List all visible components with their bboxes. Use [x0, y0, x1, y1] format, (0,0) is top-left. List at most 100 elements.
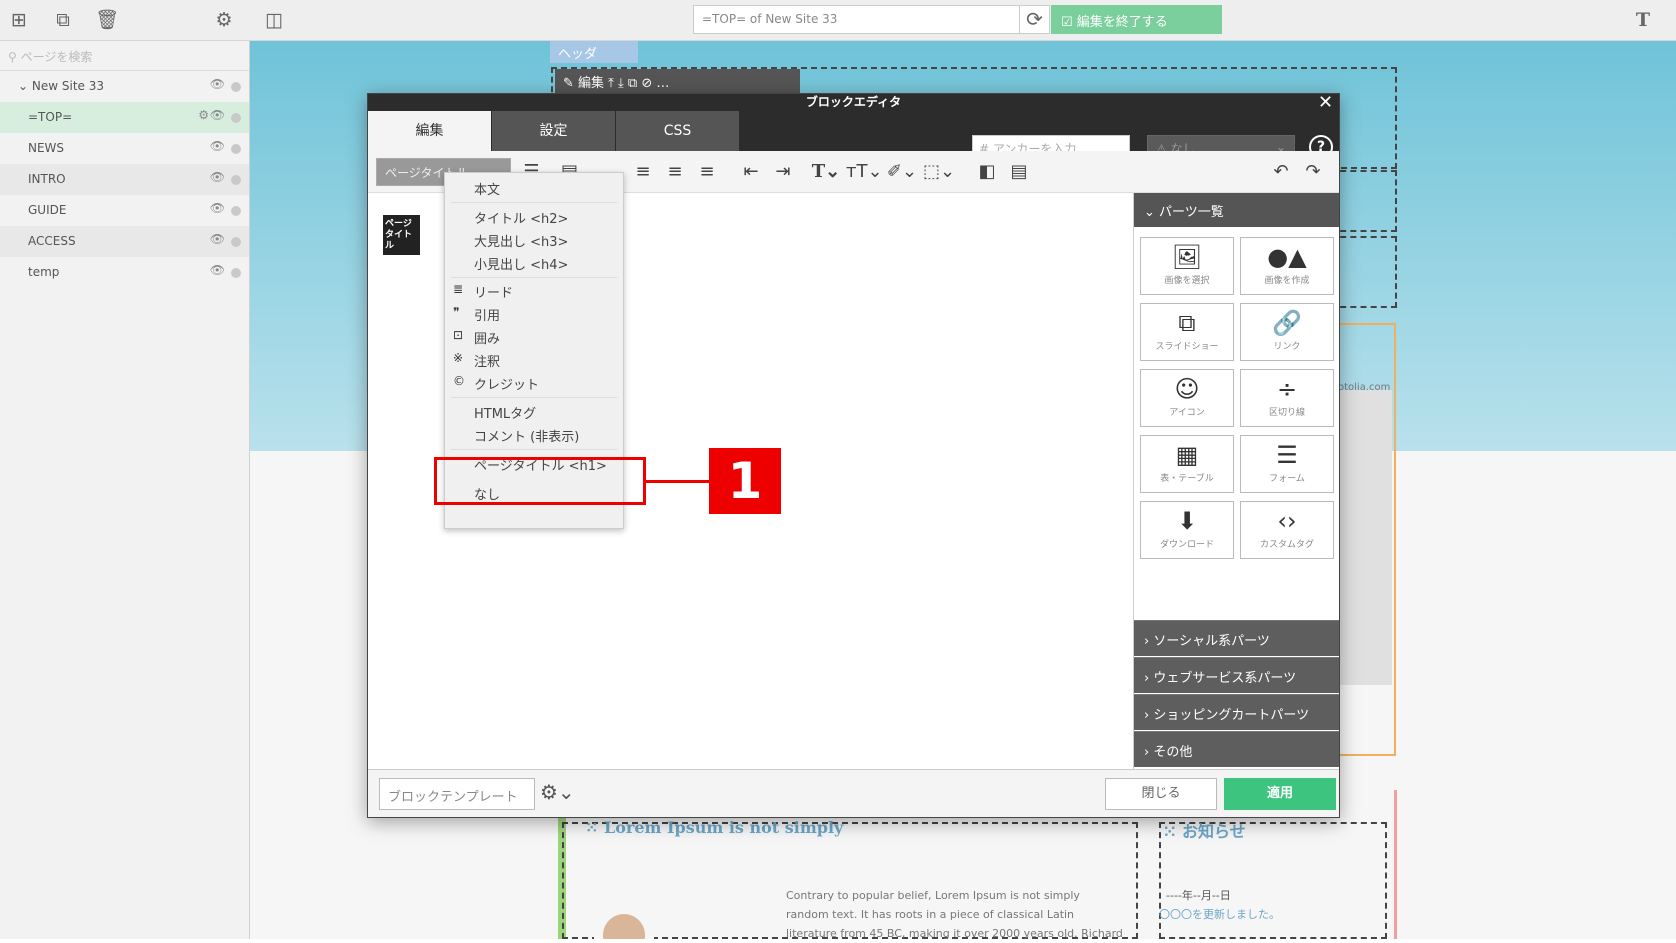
text-style-icon[interactable]: T	[1630, 8, 1656, 32]
note-icon: ※	[453, 351, 464, 365]
undo-icon[interactable]: ↶	[1268, 159, 1294, 185]
outdent-icon[interactable]: ⇤	[738, 159, 764, 185]
part-create-image[interactable]: ●▲ 画像を作成	[1240, 237, 1334, 295]
part-link[interactable]: 🔗 リンク	[1240, 303, 1334, 361]
part-select-image[interactable]: 🖼 画像を選択	[1140, 237, 1234, 295]
part-divider[interactable]: ÷ 区切り線	[1240, 369, 1334, 427]
block-toolbar[interactable]: ✎ 編集 ⤒ ⤓ ⧉ ⊘ …	[555, 69, 800, 93]
part-icon[interactable]: ☺ アイコン	[1140, 369, 1234, 427]
status-dot	[231, 268, 241, 278]
menu-item-lead[interactable]: ≣ リード	[445, 280, 623, 302]
duplicate-page-icon[interactable]: ⧉	[50, 8, 76, 32]
sidebar-item-news[interactable]: NEWS 👁	[0, 133, 249, 164]
search-placeholder: ページを検索	[20, 50, 93, 64]
font-size-icon[interactable]: ᴛT⌄	[846, 159, 883, 185]
table-icon: ▦	[1175, 441, 1199, 469]
block-tool-icons: ⤒ ⤓ ⧉ ⊘ …	[604, 76, 670, 91]
part-form[interactable]: ☰ フォーム	[1240, 435, 1334, 493]
status-dot	[231, 144, 241, 154]
background-image	[1336, 390, 1392, 685]
sidebar-item-label: GUIDE	[28, 203, 67, 217]
eye-icon[interactable]: 👁	[210, 232, 225, 246]
eye-icon[interactable]: 👁	[210, 263, 225, 277]
parts-panel-header[interactable]: ⌄ パーツ一覧	[1134, 193, 1339, 227]
part-slideshow[interactable]: ⧉ スライドショー	[1140, 303, 1234, 361]
tab-css[interactable]: CSS	[616, 111, 739, 151]
sidebar-item-label: INTRO	[28, 172, 66, 186]
menu-item-title-h2[interactable]: タイトル <h2>	[445, 206, 623, 228]
indent-icon[interactable]: ⇥	[770, 159, 796, 185]
align-left-icon[interactable]: ≡	[630, 159, 656, 185]
finish-editing-button[interactable]: ☑ 編集を終了する	[1051, 5, 1222, 34]
lorem-body-line: random text. It has roots in a piece of …	[786, 908, 1075, 921]
part-table[interactable]: ▦ 表・テーブル	[1140, 435, 1234, 493]
gear-icon[interactable]: ⚙	[198, 108, 209, 122]
dialog-title: ブロックエディタ	[368, 94, 1339, 111]
smiley-icon: ☺	[1174, 375, 1200, 403]
tab-edit[interactable]: 編集	[368, 111, 491, 151]
site-root[interactable]: ⌄ New Site 33 👁	[0, 71, 249, 102]
eye-icon[interactable]: 👁	[210, 108, 225, 122]
font-style-icon[interactable]: T⌄	[810, 159, 842, 185]
news-item-link[interactable]: 〇〇〇を更新しました。	[1159, 905, 1280, 924]
image-icon: 🖼	[1171, 243, 1203, 271]
close-icon[interactable]: ✕	[1318, 92, 1333, 113]
header-block-tag[interactable]: ヘッダ	[550, 41, 638, 63]
box-style-icon[interactable]: ⬚⌄	[923, 159, 955, 185]
align-center-icon[interactable]: ≡	[662, 159, 688, 185]
menu-item-credit[interactable]: © クレジット	[445, 372, 623, 394]
sidebar-item-label: NEWS	[28, 141, 65, 155]
accordion-webservice-parts[interactable]: › ウェブサービス系パーツ	[1134, 657, 1339, 693]
gear-icon[interactable]: ⚙⌄	[540, 780, 575, 804]
tab-settings[interactable]: 設定	[492, 111, 615, 151]
chevron-right-icon: ›	[1144, 634, 1154, 649]
form-icon: ☰	[1276, 441, 1298, 469]
sidebar-item-top[interactable]: =TOP= ⚙ 👁	[0, 102, 249, 133]
accordion-shopping-cart-parts[interactable]: › ショッピングカートパーツ	[1134, 694, 1339, 730]
menu-item-quote[interactable]: ❞ 引用	[445, 303, 623, 325]
column-icon[interactable]: ◧	[974, 159, 1000, 185]
menu-item-body[interactable]: 本文	[445, 177, 623, 199]
redo-icon[interactable]: ↷	[1300, 159, 1326, 185]
header-tag-label: ヘッダ	[558, 47, 598, 62]
parts-panel: ⌄ パーツ一覧 🖼 画像を選択 ●▲ 画像を作成 ⧉ スライドショー 🔗 リンク ☺ アイ…	[1133, 193, 1339, 769]
part-download[interactable]: ⬇ ダウンロード	[1140, 501, 1234, 559]
apply-button[interactable]: 適用	[1224, 778, 1336, 810]
menu-item-subheading-h4[interactable]: 小見出し <h4>	[445, 252, 623, 274]
part-custom-tag[interactable]: ‹› カスタムタグ	[1240, 501, 1334, 559]
eye-icon[interactable]: 👁	[210, 139, 225, 153]
page-search-input[interactable]: ⚲ ページを検索	[0, 41, 249, 71]
code-icon: ‹›	[1277, 507, 1297, 535]
eye-icon[interactable]: 👁	[210, 201, 225, 215]
box-icon: ⊡	[453, 328, 464, 342]
sidebar-item-guide[interactable]: GUIDE 👁	[0, 195, 249, 226]
add-page-icon[interactable]: ⊞	[6, 8, 32, 32]
menu-item-html-tag[interactable]: HTMLタグ	[445, 401, 623, 423]
menu-item-note[interactable]: ※ 注釈	[445, 349, 623, 371]
reload-icon[interactable]: ⟳	[1020, 5, 1050, 34]
sidebar-item-access[interactable]: ACCESS 👁	[0, 226, 249, 257]
sidebar-item-temp[interactable]: temp 👁	[0, 257, 249, 288]
block-edit-label: 編集	[578, 76, 605, 91]
accordion-other[interactable]: › その他	[1134, 731, 1339, 767]
sidebar-item-intro[interactable]: INTRO 👁	[0, 164, 249, 195]
color-picker-icon[interactable]: ✐⌄	[886, 159, 918, 185]
chevron-down-icon: ⌄	[1144, 205, 1160, 220]
accordion-social-parts[interactable]: › ソーシャル系パーツ	[1134, 620, 1339, 656]
block-template-button[interactable]: ブロックテンプレート	[379, 778, 535, 810]
status-dot	[231, 237, 241, 247]
clear-format-icon[interactable]: ▤	[1006, 159, 1032, 185]
eye-icon[interactable]: 👁	[210, 77, 225, 91]
align-right-icon[interactable]: ≡	[694, 159, 720, 185]
block-outline	[1330, 236, 1397, 308]
eye-icon[interactable]: 👁	[210, 170, 225, 184]
panel-toggle-icon[interactable]: ◫	[261, 8, 287, 32]
page-url-field[interactable]: =TOP= of New Site 33	[693, 5, 1020, 34]
gear-icon[interactable]: ⚙	[211, 8, 237, 32]
menu-item-heading-h3[interactable]: 大見出し <h3>	[445, 229, 623, 251]
menu-item-box[interactable]: ⊡ 囲み	[445, 326, 623, 348]
trash-icon[interactable]: 🗑	[94, 8, 120, 32]
menu-item-comment[interactable]: コメント (非表示)	[445, 424, 623, 446]
status-dot	[231, 113, 241, 123]
close-button[interactable]: 閉じる	[1105, 778, 1217, 810]
